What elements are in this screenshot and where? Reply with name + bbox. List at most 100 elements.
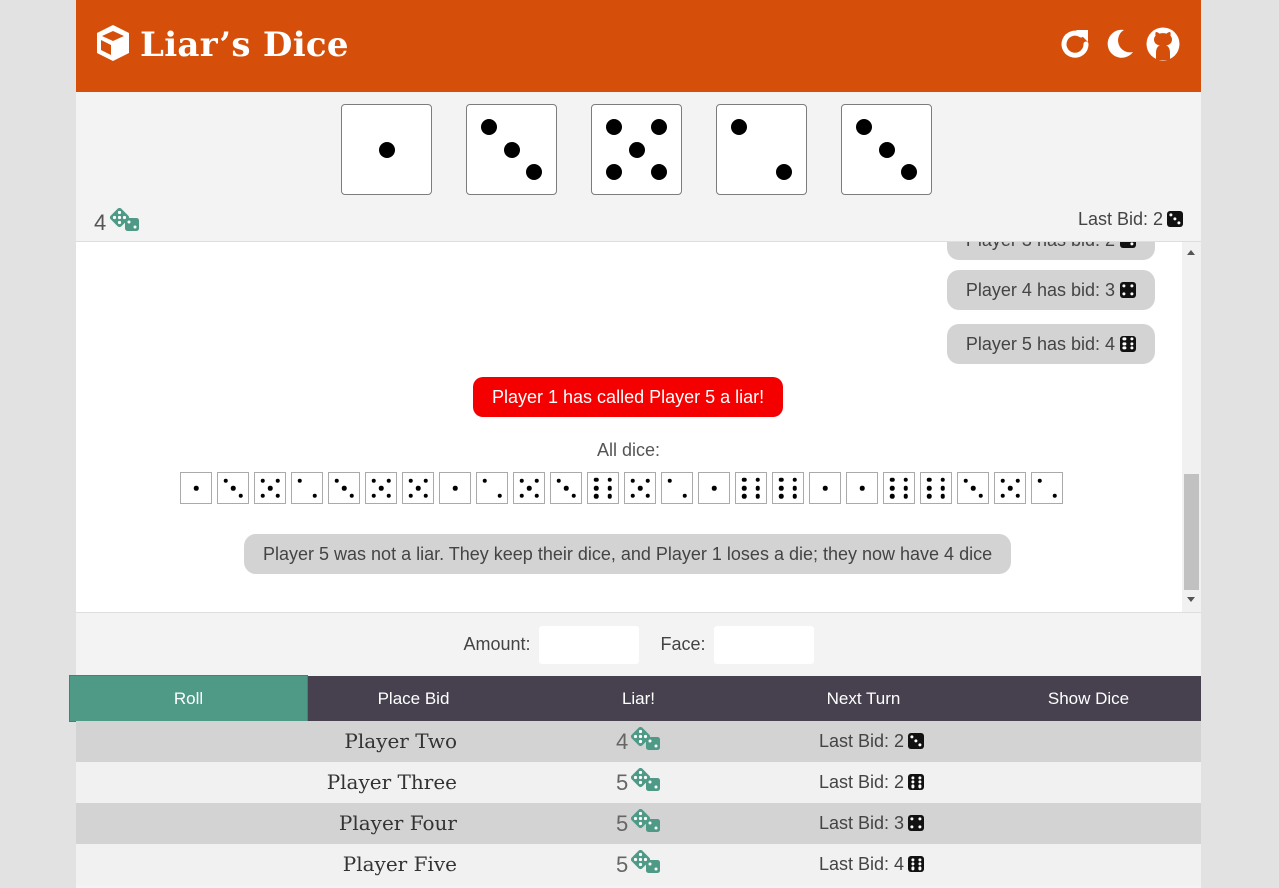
hand-die-1[interactable] xyxy=(341,104,432,195)
revealed-die xyxy=(661,472,693,504)
pip xyxy=(519,493,524,498)
game-log[interactable]: Player 3 has bid: 2 Player 4 has bid: 3 … xyxy=(76,242,1201,613)
log-scrollbar[interactable] xyxy=(1182,242,1201,612)
pip xyxy=(334,478,339,483)
player-dice-count: 5 xyxy=(616,767,661,798)
revealed-die xyxy=(439,472,471,504)
roll-button[interactable]: Roll xyxy=(69,675,308,722)
player-last-bid: Last Bid: 4 xyxy=(819,854,925,875)
pip xyxy=(297,478,302,483)
pip xyxy=(386,493,391,498)
bid-message-text: Player 3 has bid: 2 xyxy=(966,242,1115,251)
pip xyxy=(1122,341,1127,346)
revealed-die xyxy=(957,472,989,504)
pip xyxy=(193,485,199,491)
pip xyxy=(779,477,784,482)
pip xyxy=(927,494,932,499)
revealed-die xyxy=(624,472,656,504)
pip xyxy=(1129,337,1134,341)
pip xyxy=(940,494,945,499)
pip xyxy=(940,485,945,491)
hand-die-3[interactable] xyxy=(591,104,682,195)
moon-icon[interactable] xyxy=(1101,25,1137,63)
player-last-bid-text: Last Bid: 3 xyxy=(819,813,905,833)
pip xyxy=(711,485,717,491)
pip xyxy=(878,141,895,158)
pip xyxy=(755,477,760,482)
face-input[interactable] xyxy=(713,625,814,664)
player-dice-count-value: 5 xyxy=(616,811,629,836)
player-name: Player Two xyxy=(344,729,457,753)
revealed-die xyxy=(1031,472,1063,504)
player-last-bid-text: Last Bid: 2 xyxy=(819,731,905,751)
hand-die-5[interactable] xyxy=(841,104,932,195)
pip xyxy=(341,485,347,491)
revealed-die xyxy=(735,472,767,504)
pip xyxy=(1052,493,1057,498)
pip xyxy=(1130,242,1134,246)
pip xyxy=(606,119,623,136)
pip xyxy=(1015,478,1020,483)
revealed-die xyxy=(994,472,1026,504)
player-last-bid: Last Bid: 2 xyxy=(819,772,925,793)
pip xyxy=(415,485,421,491)
pip xyxy=(755,494,760,499)
pip xyxy=(910,784,915,789)
player-row: Player Five 5 Last Bid: 4 xyxy=(76,844,1201,885)
pip xyxy=(645,478,650,483)
liar-button[interactable]: Liar! xyxy=(526,676,751,721)
action-bar: Roll Place Bid Liar! Next Turn Show Dice xyxy=(69,675,1201,722)
pip xyxy=(742,494,747,499)
hand-dice-count: 4 xyxy=(94,207,140,238)
pip xyxy=(607,485,612,491)
hand-die-4[interactable] xyxy=(716,104,807,195)
hand-die-2[interactable] xyxy=(466,104,557,195)
revealed-die xyxy=(920,472,952,504)
die-face-icon xyxy=(908,854,925,875)
pip xyxy=(1122,291,1126,296)
pip xyxy=(910,775,915,780)
pip xyxy=(423,493,428,498)
pip xyxy=(903,494,908,499)
pip xyxy=(667,478,672,483)
app-container: Liar’s Dice 4 Last Bid: 2 Player 4 has b… xyxy=(69,0,1201,888)
dice-icon xyxy=(631,808,661,839)
place-bid-button[interactable]: Place Bid xyxy=(301,676,526,721)
pip xyxy=(1122,346,1127,350)
pip xyxy=(779,494,784,499)
pip xyxy=(792,494,797,499)
pip xyxy=(1007,485,1013,491)
pip xyxy=(918,825,922,829)
die-face-icon xyxy=(1120,334,1136,355)
pip xyxy=(927,485,932,491)
pip xyxy=(914,739,918,743)
scroll-down-arrow-icon[interactable] xyxy=(1187,597,1195,602)
liar-call-message: Player 1 has called Player 5 a liar! xyxy=(473,377,784,417)
next-turn-button[interactable]: Next Turn xyxy=(751,676,976,721)
amount-input[interactable] xyxy=(538,625,639,664)
pip xyxy=(371,493,376,498)
show-dice-button[interactable]: Show Dice xyxy=(976,676,1201,721)
revealed-die xyxy=(587,472,619,504)
scroll-thumb[interactable] xyxy=(1184,474,1199,590)
pip xyxy=(238,493,243,498)
pip xyxy=(230,485,236,491)
revealed-die xyxy=(476,472,508,504)
pip xyxy=(378,141,395,158)
cube-icon xyxy=(94,23,132,68)
pip xyxy=(594,485,599,491)
pip xyxy=(525,163,542,180)
scroll-up-arrow-icon[interactable] xyxy=(1187,250,1195,255)
github-icon[interactable] xyxy=(1145,25,1181,63)
pip xyxy=(1122,283,1126,288)
pip xyxy=(349,493,354,498)
revealed-die xyxy=(254,472,286,504)
refresh-icon[interactable] xyxy=(1057,25,1093,63)
revealed-die xyxy=(883,472,915,504)
revealed-die xyxy=(402,472,434,504)
pip xyxy=(742,485,747,491)
pip xyxy=(556,478,561,483)
pip xyxy=(900,163,917,180)
player-last-bid-text: Last Bid: 2 xyxy=(819,772,905,792)
player-dice-count-value: 5 xyxy=(616,852,629,877)
